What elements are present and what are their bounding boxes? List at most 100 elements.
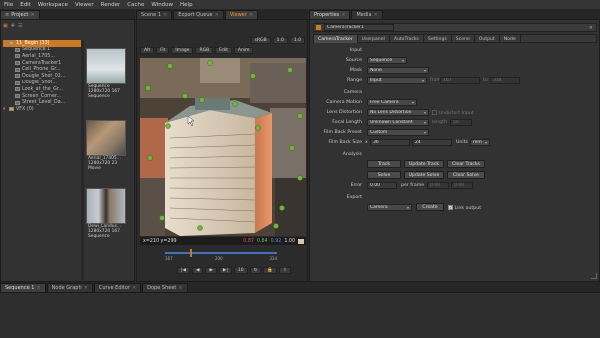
thumbnail-item[interactable]: Dewi_Landus... 1280x720 167 Sequence	[86, 188, 126, 239]
camera-motion-dropdown[interactable]: Free Camera	[367, 99, 417, 106]
export-icon[interactable]: ⇧	[279, 267, 291, 274]
tree-item[interactable]: Aerial_1705...	[3, 53, 81, 60]
viewer-option-edit[interactable]: Edit	[215, 47, 232, 54]
close-icon[interactable]: ×	[215, 12, 219, 18]
node-name-field[interactable]: CameraTracker1	[324, 24, 394, 31]
thumbnail-item[interactable]: Sequence 1280x720 167 Sequence	[86, 48, 126, 99]
viewer-setting[interactable]: 1.0	[289, 37, 305, 44]
undistort-checkbox[interactable]	[432, 110, 437, 115]
tab-properties[interactable]: Properties ×	[309, 10, 351, 19]
source-dropdown[interactable]: Sequence	[367, 57, 407, 64]
link-output-row[interactable]: ✓ Link output	[448, 205, 481, 211]
close-icon[interactable]: ×	[249, 12, 253, 18]
loop-icon[interactable]: ↻	[249, 267, 262, 274]
close-icon[interactable]: ×	[84, 285, 88, 291]
tree-item[interactable]: Cell_Phone_Gr...	[3, 66, 81, 73]
list-view-icon[interactable]: ☰	[18, 23, 22, 29]
viewer-option-alt[interactable]: Alt	[140, 47, 155, 54]
update-track-button[interactable]: Update Track	[404, 160, 444, 168]
close-icon[interactable]: ×	[374, 12, 378, 18]
close-icon[interactable]: ×	[589, 25, 596, 31]
close-icon[interactable]: ×	[30, 12, 34, 18]
prop-tab-scene[interactable]: Scene	[452, 35, 475, 43]
solve-button[interactable]: Solve	[367, 171, 401, 179]
playhead[interactable]	[190, 249, 192, 257]
menu-item-render[interactable]: Render	[101, 2, 121, 8]
close-icon[interactable]: ×	[341, 12, 345, 18]
tree-item[interactable]: Dougie_Shot_02...	[3, 73, 81, 80]
tab-media[interactable]: Media ×	[351, 10, 383, 19]
viewer-option-rgb[interactable]: RGB	[195, 47, 214, 54]
thumbnail-item[interactable]: Aerial_17405... 1280x720 23 Movie	[86, 120, 126, 171]
tab-export-queue[interactable]: Export Queue ×	[173, 10, 224, 19]
menu-item-workspace[interactable]: Workspace	[38, 2, 68, 8]
undistort-checkbox-row[interactable]: Undistort Input	[432, 110, 474, 116]
viewer-setting[interactable]: sRGB	[250, 37, 271, 44]
mask-dropdown[interactable]: None	[367, 67, 429, 74]
tab-viewer[interactable]: Viewer ×	[224, 10, 259, 19]
viewer-option-anim[interactable]: Anim	[233, 47, 254, 54]
tree-item[interactable]: ▾ VFX (0)	[3, 106, 81, 113]
range-to-field[interactable]: 334	[490, 77, 520, 84]
skip-end-icon[interactable]: ▶|	[218, 267, 232, 274]
menu-item-cache[interactable]: Cache	[127, 2, 144, 8]
resize-grip-icon[interactable]	[591, 273, 597, 279]
focal-len-field[interactable]: 50	[450, 119, 472, 126]
play-back-icon[interactable]: ◀	[191, 267, 204, 274]
tree-scrollbar[interactable]	[81, 40, 84, 280]
tree-item[interactable]: Look_at_the_Gr...	[3, 86, 81, 93]
link-output-checkbox[interactable]: ✓	[448, 205, 453, 210]
prop-tab-settings[interactable]: Settings	[424, 35, 452, 43]
bin-icon[interactable]: ▣	[3, 23, 8, 29]
menu-item-help[interactable]: Help	[180, 2, 193, 8]
tab-scene-1[interactable]: Scene 1 ×	[136, 10, 173, 19]
close-icon[interactable]: ×	[36, 285, 40, 291]
new-item-icon[interactable]: ✚	[11, 23, 15, 29]
tree-item[interactable]: Sequence 1	[3, 47, 81, 54]
frame-field[interactable]: 10	[233, 267, 248, 274]
menu-item-window[interactable]: Window	[151, 2, 173, 8]
timeline[interactable]: 167 200 334	[165, 248, 277, 262]
prop-tab-cameratracker[interactable]: CameraTracker	[314, 35, 358, 43]
lock-icon[interactable]: 🔒	[263, 267, 278, 274]
viewer-option-image[interactable]: Image	[171, 47, 194, 54]
lens-distortion-dropdown[interactable]: No Lens Distortion	[367, 109, 429, 116]
track-button[interactable]: Track	[367, 160, 401, 168]
tab-project[interactable]: ≡ Project ×	[0, 10, 40, 19]
prop-tab-autotracks[interactable]: AutoTracks	[390, 35, 424, 43]
play-icon[interactable]: ▶	[205, 267, 217, 274]
prop-tab-output[interactable]: Output	[475, 35, 500, 43]
skip-start-icon[interactable]: |◀	[177, 267, 190, 274]
film-size-y-field[interactable]: 24	[412, 139, 452, 146]
menu-item-viewer[interactable]: Viewer	[75, 2, 94, 8]
viewer-image[interactable]	[140, 58, 306, 236]
viewer-setting[interactable]: 1.0	[272, 37, 288, 44]
expand-icon[interactable]: ▾	[3, 41, 7, 46]
film-back-preset-dropdown[interactable]: Custom	[367, 129, 429, 136]
clear-solve-button[interactable]: Clear Solve	[447, 171, 485, 179]
focal-length-dropdown[interactable]: Unknown Constant	[367, 119, 429, 126]
expand-icon[interactable]: ▾	[3, 107, 7, 112]
tree-item[interactable]: CameraTracker1	[3, 60, 81, 67]
menu-item-edit[interactable]: Edit	[20, 2, 31, 8]
tree-item[interactable]: ▾ 11_Begin (33)	[3, 40, 81, 47]
tab-sequence-1[interactable]: Sequence 1 ×	[0, 282, 46, 292]
tree-item[interactable]: Screen_Corner...	[3, 93, 81, 100]
tab-dope-sheet[interactable]: Dope Sheet ×	[142, 282, 188, 292]
tab-node-graph[interactable]: Node Graph ×	[46, 282, 93, 292]
tree-item[interactable]: Dougie_Shot...	[3, 80, 81, 87]
units-dropdown[interactable]: mm	[470, 139, 490, 146]
range-from-field[interactable]: 167	[440, 77, 480, 84]
prop-tab-userpanel[interactable]: Userpanel	[358, 35, 390, 43]
export-dropdown[interactable]: Camera	[367, 204, 412, 211]
update-solve-button[interactable]: Update Solve	[404, 171, 444, 179]
clear-tracks-button[interactable]: Clear Tracks	[447, 160, 485, 168]
close-icon[interactable]: ×	[132, 285, 136, 291]
film-size-x-field[interactable]: 36	[370, 139, 410, 146]
tree-item[interactable]: Street_Level_Da...	[3, 99, 81, 106]
viewer-option-fit[interactable]: Fit	[156, 47, 170, 54]
close-icon[interactable]: ×	[163, 12, 167, 18]
create-button[interactable]: Create	[416, 203, 444, 211]
tab-curve-editor[interactable]: Curve Editor ×	[93, 282, 142, 292]
range-dropdown[interactable]: Input	[367, 77, 427, 84]
